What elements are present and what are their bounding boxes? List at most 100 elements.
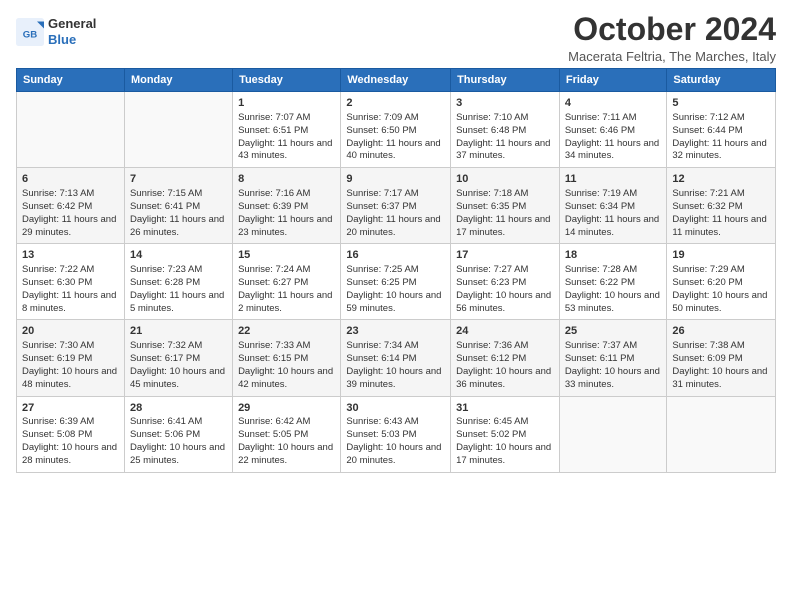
- day-number: 4: [565, 96, 662, 111]
- day-info: Sunrise: 7:09 AM Sunset: 6:50 PM Dayligh…: [346, 112, 445, 163]
- day-info: Sunrise: 6:41 AM Sunset: 5:06 PM Dayligh…: [130, 416, 227, 467]
- calendar-cell: 18Sunrise: 7:28 AM Sunset: 6:22 PM Dayli…: [559, 244, 667, 320]
- calendar-header-row: SundayMondayTuesdayWednesdayThursdayFrid…: [17, 69, 776, 92]
- logo-icon: GB: [16, 18, 44, 46]
- day-number: 26: [672, 324, 770, 339]
- day-number: 14: [130, 248, 227, 263]
- day-number: 31: [456, 401, 554, 416]
- calendar-cell: 30Sunrise: 6:43 AM Sunset: 5:03 PM Dayli…: [341, 396, 451, 472]
- day-number: 16: [346, 248, 445, 263]
- day-info: Sunrise: 7:38 AM Sunset: 6:09 PM Dayligh…: [672, 340, 770, 391]
- calendar-cell: 22Sunrise: 7:33 AM Sunset: 6:15 PM Dayli…: [233, 320, 341, 396]
- day-info: Sunrise: 7:18 AM Sunset: 6:35 PM Dayligh…: [456, 188, 554, 239]
- calendar-cell: 27Sunrise: 6:39 AM Sunset: 5:08 PM Dayli…: [17, 396, 125, 472]
- calendar-week-1: 1Sunrise: 7:07 AM Sunset: 6:51 PM Daylig…: [17, 92, 776, 168]
- calendar-cell: 13Sunrise: 7:22 AM Sunset: 6:30 PM Dayli…: [17, 244, 125, 320]
- day-info: Sunrise: 7:32 AM Sunset: 6:17 PM Dayligh…: [130, 340, 227, 391]
- calendar-table: SundayMondayTuesdayWednesdayThursdayFrid…: [16, 68, 776, 472]
- calendar-cell: 5Sunrise: 7:12 AM Sunset: 6:44 PM Daylig…: [667, 92, 776, 168]
- day-number: 17: [456, 248, 554, 263]
- day-number: 21: [130, 324, 227, 339]
- day-number: 6: [22, 172, 119, 187]
- page-container: GB General Blue October 2024 Macerata Fe…: [0, 0, 792, 481]
- day-number: 20: [22, 324, 119, 339]
- day-info: Sunrise: 6:43 AM Sunset: 5:03 PM Dayligh…: [346, 416, 445, 467]
- calendar-cell: [124, 92, 232, 168]
- logo: GB General Blue: [16, 16, 96, 47]
- calendar-cell: 24Sunrise: 7:36 AM Sunset: 6:12 PM Dayli…: [451, 320, 560, 396]
- calendar-week-4: 20Sunrise: 7:30 AM Sunset: 6:19 PM Dayli…: [17, 320, 776, 396]
- day-number: 11: [565, 172, 662, 187]
- day-info: Sunrise: 6:42 AM Sunset: 5:05 PM Dayligh…: [238, 416, 335, 467]
- calendar-cell: 10Sunrise: 7:18 AM Sunset: 6:35 PM Dayli…: [451, 168, 560, 244]
- title-block: October 2024 Macerata Feltria, The March…: [568, 12, 776, 64]
- calendar-cell: 14Sunrise: 7:23 AM Sunset: 6:28 PM Dayli…: [124, 244, 232, 320]
- header: GB General Blue October 2024 Macerata Fe…: [16, 12, 776, 64]
- day-info: Sunrise: 7:24 AM Sunset: 6:27 PM Dayligh…: [238, 264, 335, 315]
- day-info: Sunrise: 7:15 AM Sunset: 6:41 PM Dayligh…: [130, 188, 227, 239]
- col-header-thursday: Thursday: [451, 69, 560, 92]
- calendar-cell: 31Sunrise: 6:45 AM Sunset: 5:02 PM Dayli…: [451, 396, 560, 472]
- col-header-tuesday: Tuesday: [233, 69, 341, 92]
- day-info: Sunrise: 7:25 AM Sunset: 6:25 PM Dayligh…: [346, 264, 445, 315]
- col-header-wednesday: Wednesday: [341, 69, 451, 92]
- calendar-cell: [17, 92, 125, 168]
- day-number: 27: [22, 401, 119, 416]
- calendar-cell: 23Sunrise: 7:34 AM Sunset: 6:14 PM Dayli…: [341, 320, 451, 396]
- day-info: Sunrise: 7:17 AM Sunset: 6:37 PM Dayligh…: [346, 188, 445, 239]
- day-number: 12: [672, 172, 770, 187]
- day-info: Sunrise: 7:13 AM Sunset: 6:42 PM Dayligh…: [22, 188, 119, 239]
- day-info: Sunrise: 7:07 AM Sunset: 6:51 PM Dayligh…: [238, 112, 335, 163]
- calendar-cell: 17Sunrise: 7:27 AM Sunset: 6:23 PM Dayli…: [451, 244, 560, 320]
- calendar-week-5: 27Sunrise: 6:39 AM Sunset: 5:08 PM Dayli…: [17, 396, 776, 472]
- day-number: 23: [346, 324, 445, 339]
- calendar-cell: 25Sunrise: 7:37 AM Sunset: 6:11 PM Dayli…: [559, 320, 667, 396]
- calendar-cell: 29Sunrise: 6:42 AM Sunset: 5:05 PM Dayli…: [233, 396, 341, 472]
- day-number: 3: [456, 96, 554, 111]
- col-header-monday: Monday: [124, 69, 232, 92]
- day-number: 15: [238, 248, 335, 263]
- day-info: Sunrise: 7:27 AM Sunset: 6:23 PM Dayligh…: [456, 264, 554, 315]
- calendar-week-3: 13Sunrise: 7:22 AM Sunset: 6:30 PM Dayli…: [17, 244, 776, 320]
- calendar-cell: 16Sunrise: 7:25 AM Sunset: 6:25 PM Dayli…: [341, 244, 451, 320]
- calendar-cell: 26Sunrise: 7:38 AM Sunset: 6:09 PM Dayli…: [667, 320, 776, 396]
- calendar-cell: 6Sunrise: 7:13 AM Sunset: 6:42 PM Daylig…: [17, 168, 125, 244]
- day-number: 28: [130, 401, 227, 416]
- day-info: Sunrise: 7:37 AM Sunset: 6:11 PM Dayligh…: [565, 340, 662, 391]
- day-info: Sunrise: 7:23 AM Sunset: 6:28 PM Dayligh…: [130, 264, 227, 315]
- location: Macerata Feltria, The Marches, Italy: [568, 49, 776, 64]
- day-number: 29: [238, 401, 335, 416]
- col-header-sunday: Sunday: [17, 69, 125, 92]
- calendar-cell: 19Sunrise: 7:29 AM Sunset: 6:20 PM Dayli…: [667, 244, 776, 320]
- day-info: Sunrise: 7:34 AM Sunset: 6:14 PM Dayligh…: [346, 340, 445, 391]
- logo-text: General Blue: [48, 16, 96, 47]
- calendar-cell: 3Sunrise: 7:10 AM Sunset: 6:48 PM Daylig…: [451, 92, 560, 168]
- day-number: 30: [346, 401, 445, 416]
- day-info: Sunrise: 7:16 AM Sunset: 6:39 PM Dayligh…: [238, 188, 335, 239]
- day-number: 19: [672, 248, 770, 263]
- day-info: Sunrise: 7:28 AM Sunset: 6:22 PM Dayligh…: [565, 264, 662, 315]
- logo-general: General: [48, 16, 96, 32]
- day-info: Sunrise: 7:33 AM Sunset: 6:15 PM Dayligh…: [238, 340, 335, 391]
- day-number: 18: [565, 248, 662, 263]
- calendar-cell: 1Sunrise: 7:07 AM Sunset: 6:51 PM Daylig…: [233, 92, 341, 168]
- calendar-cell: 15Sunrise: 7:24 AM Sunset: 6:27 PM Dayli…: [233, 244, 341, 320]
- day-number: 1: [238, 96, 335, 111]
- calendar-cell: 7Sunrise: 7:15 AM Sunset: 6:41 PM Daylig…: [124, 168, 232, 244]
- day-number: 2: [346, 96, 445, 111]
- col-header-friday: Friday: [559, 69, 667, 92]
- day-number: 7: [130, 172, 227, 187]
- day-info: Sunrise: 7:11 AM Sunset: 6:46 PM Dayligh…: [565, 112, 662, 163]
- calendar-cell: 20Sunrise: 7:30 AM Sunset: 6:19 PM Dayli…: [17, 320, 125, 396]
- day-info: Sunrise: 7:30 AM Sunset: 6:19 PM Dayligh…: [22, 340, 119, 391]
- calendar-cell: 28Sunrise: 6:41 AM Sunset: 5:06 PM Dayli…: [124, 396, 232, 472]
- svg-text:GB: GB: [23, 29, 37, 40]
- month-title: October 2024: [568, 12, 776, 47]
- day-info: Sunrise: 7:19 AM Sunset: 6:34 PM Dayligh…: [565, 188, 662, 239]
- calendar-cell: 9Sunrise: 7:17 AM Sunset: 6:37 PM Daylig…: [341, 168, 451, 244]
- calendar-cell: [667, 396, 776, 472]
- day-info: Sunrise: 7:21 AM Sunset: 6:32 PM Dayligh…: [672, 188, 770, 239]
- calendar-cell: 2Sunrise: 7:09 AM Sunset: 6:50 PM Daylig…: [341, 92, 451, 168]
- day-number: 24: [456, 324, 554, 339]
- day-number: 22: [238, 324, 335, 339]
